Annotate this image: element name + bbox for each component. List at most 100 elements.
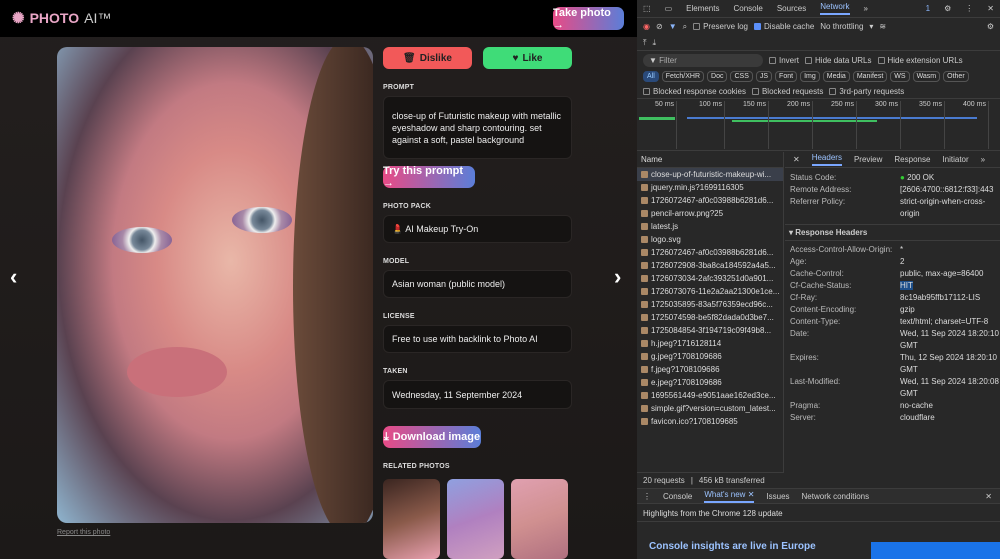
chevron-down-icon[interactable]: ▾ — [869, 22, 873, 31]
more-tabs-icon[interactable]: » — [864, 4, 868, 13]
name-column-header[interactable]: Name — [637, 152, 783, 168]
type-chip[interactable]: Wasm — [912, 71, 941, 82]
request-row[interactable]: 1726073076-11e2a2aa21300e1ce... — [637, 285, 783, 298]
report-link[interactable]: Report this photo — [57, 529, 110, 536]
photo-pack-link[interactable]: 💄 AI Makeup Try-On — [383, 215, 572, 243]
logo[interactable]: ✺ PHOTO AI™ — [12, 9, 111, 27]
tab-elements[interactable]: Elements — [686, 4, 719, 13]
type-chip[interactable]: Fetch/XHR — [661, 71, 705, 82]
type-chip[interactable]: Font — [775, 71, 798, 82]
drawer-tab-console[interactable]: Console — [663, 492, 692, 501]
type-chip[interactable]: Img — [800, 71, 820, 82]
download-icon[interactable]: ⤓ — [653, 38, 657, 48]
tab-network[interactable]: Network — [820, 2, 850, 15]
third-party-checkbox[interactable]: 3rd-party requests — [829, 87, 904, 96]
close-drawer-icon[interactable]: ✕ — [985, 492, 992, 501]
close-details-icon[interactable]: ✕ — [793, 155, 800, 164]
file-icon — [641, 366, 648, 373]
disable-cache-checkbox[interactable]: Disable cache — [754, 22, 814, 31]
network-timeline[interactable]: 50 ms 100 ms 150 ms 200 ms 250 ms 300 ms 350 m… — [637, 99, 1000, 151]
prev-arrow-icon[interactable]: ‹ — [10, 264, 17, 290]
request-row[interactable]: 1726072908-3ba8ca184592a4a5... — [637, 259, 783, 272]
drawer-tab-whats-new[interactable]: What's new ✕ — [704, 490, 755, 503]
related-photo[interactable] — [383, 479, 440, 559]
related-photo[interactable] — [511, 479, 568, 559]
request-row[interactable]: jquery.min.js?1699116305 — [637, 181, 783, 194]
type-chip[interactable]: WS — [890, 71, 910, 82]
type-chip[interactable]: JS — [755, 71, 773, 82]
close-icon[interactable]: ✕ — [987, 4, 994, 13]
filter-input[interactable]: ▼ Filter — [643, 53, 763, 67]
blocked-cookies-checkbox[interactable]: Blocked response cookies — [643, 87, 746, 96]
wifi-icon[interactable]: ≋ — [879, 22, 886, 31]
type-chip[interactable]: Doc — [707, 71, 728, 82]
hide-data-urls-checkbox[interactable]: Hide data URLs — [805, 56, 872, 65]
blocked-requests-checkbox[interactable]: Blocked requests — [751, 87, 823, 96]
request-row[interactable]: 1726072467-af0c03988b6281d6... — [637, 194, 783, 207]
drawer-tab-issues[interactable]: Issues — [766, 492, 789, 501]
upload-icon[interactable]: ⤒ — [643, 38, 647, 48]
request-row[interactable]: 1725035895-83a5f76359ecd96c... — [637, 298, 783, 311]
try-prompt-button[interactable]: Try this prompt → — [383, 165, 475, 189]
preserve-log-checkbox[interactable]: Preserve log — [693, 22, 748, 31]
file-icon — [641, 288, 648, 295]
request-row[interactable]: 1725084854-3f194719c09f49b8... — [637, 324, 783, 337]
like-button[interactable]: ♥ Like — [483, 47, 572, 69]
more-tabs-icon[interactable]: » — [981, 155, 985, 164]
related-photo[interactable] — [447, 479, 504, 559]
request-row[interactable]: logo.svg — [637, 233, 783, 246]
response-headers-toggle[interactable]: ▾ Response Headers — [785, 225, 1000, 241]
request-row[interactable]: 1695561449-e9051aae162ed3ce... — [637, 389, 783, 402]
type-chip[interactable]: Media — [822, 71, 850, 82]
request-row[interactable]: g.jpeg?1708109686 — [637, 350, 783, 363]
timeline-tick: 250 ms — [831, 101, 857, 149]
dislike-button[interactable]: 🗑 Dislike — [383, 47, 472, 69]
file-icon — [641, 210, 648, 217]
file-icon — [641, 262, 648, 269]
type-chip[interactable]: Manifest — [852, 71, 888, 82]
request-row[interactable]: latest.js — [637, 220, 783, 233]
download-image-button[interactable]: ⤓ Download image — [383, 426, 481, 448]
issues-badge[interactable]: 1 — [926, 4, 930, 13]
clear-icon[interactable]: ⊘ — [656, 22, 663, 31]
request-row[interactable]: 1725074598-be5f82dada0d3be7... — [637, 311, 783, 324]
request-row[interactable]: 1726072467-af0c03988b6281d6... — [637, 246, 783, 259]
tab-console[interactable]: Console — [733, 4, 762, 13]
device-icon[interactable]: ▭ — [665, 4, 673, 13]
record-icon[interactable]: ◉ — [643, 22, 650, 31]
file-icon — [641, 171, 648, 178]
filter-icon[interactable]: ▼ — [669, 22, 677, 31]
hide-extension-urls-checkbox[interactable]: Hide extension URLs — [877, 56, 963, 65]
request-row[interactable]: pencil-arrow.png?25 — [637, 207, 783, 220]
tab-preview[interactable]: Preview — [854, 155, 882, 164]
drawer-tab-network-conditions[interactable]: Network conditions — [802, 492, 870, 501]
timeline-tick: 150 ms — [743, 101, 769, 149]
inspect-icon[interactable]: ⬚ — [643, 4, 651, 13]
request-row[interactable]: f.jpeg?1708109686 — [637, 363, 783, 376]
more-icon[interactable]: ⋮ — [965, 4, 973, 13]
request-row[interactable]: e.jpeg?1708109686 — [637, 376, 783, 389]
tab-headers[interactable]: Headers — [811, 153, 842, 166]
tab-initiator[interactable]: Initiator — [942, 155, 968, 164]
type-chip[interactable]: Other — [943, 71, 969, 82]
tab-response[interactable]: Response — [894, 155, 930, 164]
file-icon — [641, 327, 648, 334]
drawer-menu-icon[interactable]: ⋮ — [643, 492, 651, 501]
next-arrow-icon[interactable]: › — [614, 264, 621, 290]
timeline-tick: 300 ms — [875, 101, 901, 149]
request-row[interactable]: favicon.ico?1708109685 — [637, 415, 783, 428]
network-settings-icon[interactable]: ⚙ — [987, 22, 994, 31]
request-row[interactable]: close-up-of-futuristic-makeup-wi... — [637, 168, 783, 181]
take-photo-button[interactable]: Take photo → — [553, 7, 624, 31]
gear-icon[interactable]: ⚙ — [944, 4, 951, 13]
header-row: Date: Wed, 11 Sep 2024 18:20:10 GMT — [790, 329, 999, 350]
request-row[interactable]: 1726073034-2afc393251d0a901... — [637, 272, 783, 285]
search-icon[interactable]: ⌕ — [683, 22, 687, 32]
tab-sources[interactable]: Sources — [777, 4, 806, 13]
request-row[interactable]: h.jpeg?1716128114 — [637, 337, 783, 350]
request-row[interactable]: simple.gif?version=custom_latest... — [637, 402, 783, 415]
type-chip[interactable]: CSS — [730, 71, 753, 82]
type-chip[interactable]: All — [643, 71, 659, 82]
invert-checkbox[interactable]: Invert — [769, 56, 799, 65]
throttling-select[interactable]: No throttling — [820, 22, 863, 31]
